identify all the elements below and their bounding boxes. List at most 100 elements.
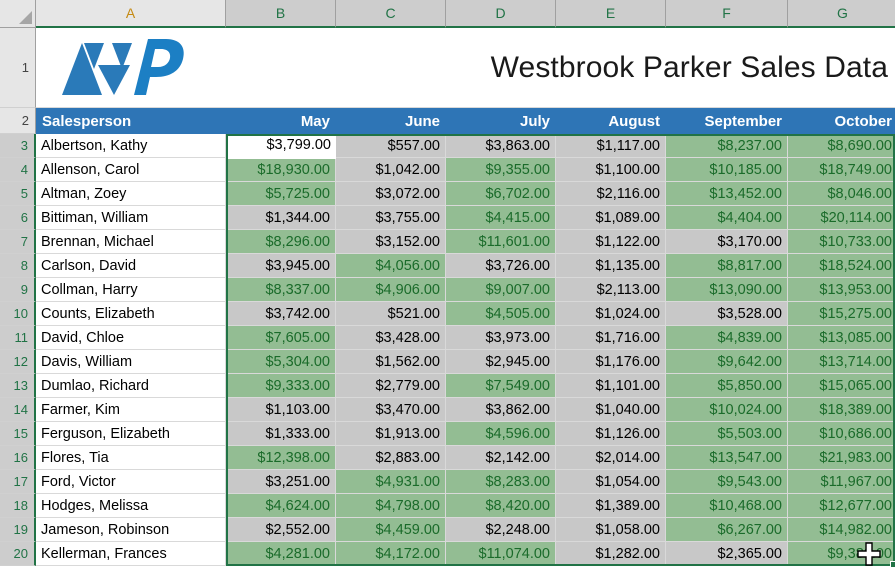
cell-september[interactable]: $3,170.00 <box>666 230 788 254</box>
cell-july[interactable]: $9,007.00 <box>446 278 556 302</box>
cell-june[interactable]: $3,072.00 <box>336 182 446 206</box>
cell-july[interactable]: $4,415.00 <box>446 206 556 230</box>
cell-june[interactable]: $2,883.00 <box>336 446 446 470</box>
cell-august[interactable]: $1,716.00 <box>556 326 666 350</box>
row-header-12[interactable]: 12 <box>0 350 36 374</box>
cell-july[interactable]: $7,549.00 <box>446 374 556 398</box>
cell-salesperson[interactable]: Altman, Zoey <box>36 182 226 206</box>
cell-may[interactable]: $9,333.00 <box>226 374 336 398</box>
cell-october[interactable]: $8,046.00 <box>788 182 895 206</box>
cell-october[interactable]: $20,114.00 <box>788 206 895 230</box>
cell-may[interactable]: $12,398.00 <box>226 446 336 470</box>
cell-october[interactable]: $10,733.00 <box>788 230 895 254</box>
cell-july[interactable]: $3,863.00 <box>446 134 556 158</box>
cell-october[interactable]: $10,686.00 <box>788 422 895 446</box>
cell-salesperson[interactable]: Albertson, Kathy <box>36 134 226 158</box>
cell-october[interactable]: $12,677.00 <box>788 494 895 518</box>
cell-october[interactable]: $13,714.00 <box>788 350 895 374</box>
row-header-2[interactable]: 2 <box>0 108 36 134</box>
cell-may[interactable]: $5,304.00 <box>226 350 336 374</box>
cell-august[interactable]: $1,058.00 <box>556 518 666 542</box>
row-header-8[interactable]: 8 <box>0 254 36 278</box>
cell-salesperson[interactable]: Allenson, Carol <box>36 158 226 182</box>
row-header-13[interactable]: 13 <box>0 374 36 398</box>
cell-september[interactable]: $4,839.00 <box>666 326 788 350</box>
cell-august[interactable]: $2,116.00 <box>556 182 666 206</box>
cell-october[interactable]: $15,275.00 <box>788 302 895 326</box>
cell-september[interactable]: $8,237.00 <box>666 134 788 158</box>
cell-may[interactable]: $2,552.00 <box>226 518 336 542</box>
cell-july[interactable]: $2,142.00 <box>446 446 556 470</box>
cell-salesperson[interactable]: Brennan, Michael <box>36 230 226 254</box>
row-header-6[interactable]: 6 <box>0 206 36 230</box>
cell-may[interactable]: $3,742.00 <box>226 302 336 326</box>
cell-may[interactable]: $1,344.00 <box>226 206 336 230</box>
cell-june[interactable]: $2,779.00 <box>336 374 446 398</box>
cell-august[interactable]: $2,113.00 <box>556 278 666 302</box>
cell-august[interactable]: $2,014.00 <box>556 446 666 470</box>
cell-september[interactable]: $5,503.00 <box>666 422 788 446</box>
cell-june[interactable]: $4,172.00 <box>336 542 446 566</box>
cell-october[interactable]: $13,085.00 <box>788 326 895 350</box>
cell-august[interactable]: $1,282.00 <box>556 542 666 566</box>
cell-september[interactable]: $6,267.00 <box>666 518 788 542</box>
cell-salesperson[interactable]: Ford, Victor <box>36 470 226 494</box>
cell-august[interactable]: $1,126.00 <box>556 422 666 446</box>
cell-september[interactable]: $10,185.00 <box>666 158 788 182</box>
cell-june[interactable]: $3,755.00 <box>336 206 446 230</box>
cell-may[interactable]: $3,251.00 <box>226 470 336 494</box>
cell-october[interactable]: $18,524.00 <box>788 254 895 278</box>
cell-june[interactable]: $4,798.00 <box>336 494 446 518</box>
row-header-17[interactable]: 17 <box>0 470 36 494</box>
cell-salesperson[interactable]: Carlson, David <box>36 254 226 278</box>
cell-september[interactable]: $10,468.00 <box>666 494 788 518</box>
row-header-7[interactable]: 7 <box>0 230 36 254</box>
cell-september[interactable]: $2,365.00 <box>666 542 788 566</box>
cell-june[interactable]: $4,906.00 <box>336 278 446 302</box>
cell-may[interactable]: $4,281.00 <box>226 542 336 566</box>
cell-salesperson[interactable]: Kellerman, Frances <box>36 542 226 566</box>
cell-september[interactable]: $13,547.00 <box>666 446 788 470</box>
cell-august[interactable]: $1,117.00 <box>556 134 666 158</box>
row-header-9[interactable]: 9 <box>0 278 36 302</box>
cell-september[interactable]: $13,452.00 <box>666 182 788 206</box>
column-header-e[interactable]: E <box>556 0 666 28</box>
cell-october[interactable]: $8,690.00 <box>788 134 895 158</box>
cell-salesperson[interactable]: Collman, Harry <box>36 278 226 302</box>
cell-october[interactable]: $11,967.00 <box>788 470 895 494</box>
row-header-14[interactable]: 14 <box>0 398 36 422</box>
column-header-a[interactable]: A <box>36 0 226 28</box>
row-header-10[interactable]: 10 <box>0 302 36 326</box>
cell-june[interactable]: $521.00 <box>336 302 446 326</box>
cell-september[interactable]: $3,528.00 <box>666 302 788 326</box>
cell-may[interactable]: $8,296.00 <box>226 230 336 254</box>
spreadsheet-grid[interactable]: A B C D E F G 1 Westbrook Parker Sales D… <box>0 0 895 568</box>
cell-august[interactable]: $1,135.00 <box>556 254 666 278</box>
cell-may[interactable]: $3,799.00 <box>226 134 336 158</box>
cell-july[interactable]: $6,702.00 <box>446 182 556 206</box>
cell-october[interactable]: $21,983.00 <box>788 446 895 470</box>
cell-august[interactable]: $1,101.00 <box>556 374 666 398</box>
cell-june[interactable]: $3,152.00 <box>336 230 446 254</box>
column-header-g[interactable]: G <box>788 0 895 28</box>
cell-salesperson[interactable]: Hodges, Melissa <box>36 494 226 518</box>
cell-salesperson[interactable]: Bittiman, William <box>36 206 226 230</box>
cell-may[interactable]: $4,624.00 <box>226 494 336 518</box>
cell-september[interactable]: $8,817.00 <box>666 254 788 278</box>
cell-june[interactable]: $557.00 <box>336 134 446 158</box>
cell-july[interactable]: $11,074.00 <box>446 542 556 566</box>
row-header-18[interactable]: 18 <box>0 494 36 518</box>
cell-june[interactable]: $4,931.00 <box>336 470 446 494</box>
cell-june[interactable]: $3,428.00 <box>336 326 446 350</box>
cell-may[interactable]: $3,945.00 <box>226 254 336 278</box>
cell-august[interactable]: $1,100.00 <box>556 158 666 182</box>
row-header-11[interactable]: 11 <box>0 326 36 350</box>
cell-july[interactable]: $3,862.00 <box>446 398 556 422</box>
cell-june[interactable]: $1,042.00 <box>336 158 446 182</box>
cell-august[interactable]: $1,054.00 <box>556 470 666 494</box>
column-header-f[interactable]: F <box>666 0 788 28</box>
cell-june[interactable]: $4,056.00 <box>336 254 446 278</box>
cell-salesperson[interactable]: Davis, William <box>36 350 226 374</box>
column-header-d[interactable]: D <box>446 0 556 28</box>
cell-october[interactable]: $14,982.00 <box>788 518 895 542</box>
